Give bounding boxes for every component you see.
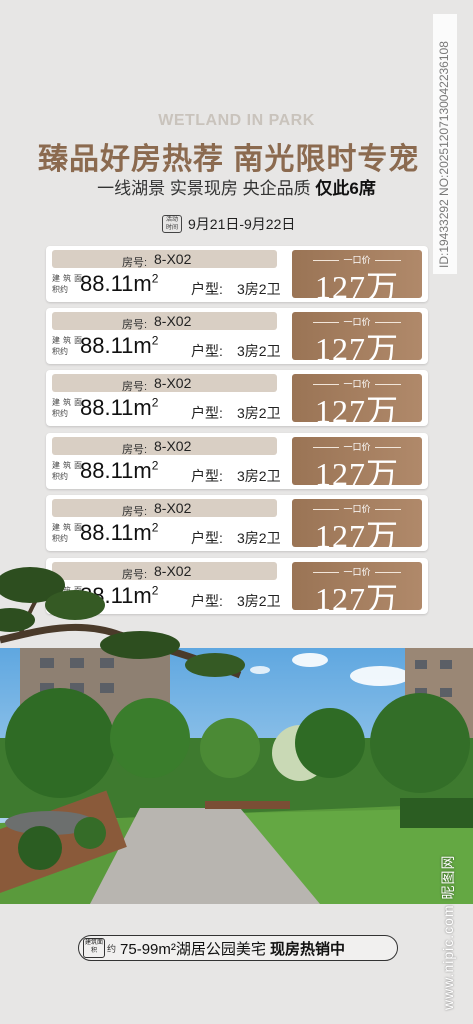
room-label: 房号: <box>122 257 148 269</box>
footer-badge: 建筑面积 <box>83 938 105 958</box>
price-value: 127万 <box>314 456 399 492</box>
area-unit-sup: 2 <box>151 271 159 286</box>
type-value: 3房2卫 <box>237 343 281 359</box>
watermark-brand: 昵图网 <box>440 854 456 900</box>
listing-card: 房号: 8-X02 建 筑 面积约88.11m2 户型: 3房2卫一口价127万 <box>46 308 428 367</box>
area-label: 建 筑 面积约 <box>52 274 82 294</box>
promo-date-row: 活动时间 9月21日-9月22日 <box>162 214 295 234</box>
poster: ID:19433292 NO:20251207130042236108 WETL… <box>0 0 473 1024</box>
price-box: 一口价 127万 <box>292 437 422 492</box>
area-value: 88.11m2 <box>80 271 158 297</box>
area-unit-sup: 2 <box>151 458 159 473</box>
footer-emphasis: 现房热销中 <box>270 940 346 958</box>
listing-card: 房号: 8-X02 建 筑 面积约88.11m2 户型: 3房2卫一口价127万 <box>46 370 428 429</box>
type-label: 户型: <box>191 468 223 484</box>
pine-tree-branch <box>0 567 245 679</box>
room-number: 8-X02 <box>154 500 192 516</box>
type-label: 户型: <box>191 405 223 421</box>
type-label: 户型: <box>191 281 223 297</box>
room-label: 房号: <box>122 381 148 393</box>
room-label: 房号: <box>122 319 148 331</box>
area-number: 88.11m <box>80 333 152 358</box>
price-box: 一口价 127万 <box>292 312 422 367</box>
listing-card: 房号: 8-X02 建 筑 面积约88.11m2 户型: 3房2卫一口价127万 <box>46 433 428 492</box>
watermark-site: www.nipic.com 昵图网 <box>438 855 458 1010</box>
english-subtitle: WETLAND IN PARK <box>158 112 315 129</box>
area-unit-sup: 2 <box>151 333 159 348</box>
tagline-text: 一线湖景 实景现房 央企品质 <box>97 179 311 198</box>
watermark-site-url: www.nipic.com <box>440 904 456 1010</box>
room-number: 8-X02 <box>154 251 192 267</box>
area-number: 88.11m <box>80 458 152 483</box>
price-value: 127万 <box>314 518 399 554</box>
area-value: 88.11m2 <box>80 458 158 484</box>
area-label: 建 筑 面积约 <box>52 523 82 543</box>
price-box: 一口价 127万 <box>292 374 422 429</box>
watermark-id-strip: ID:19433292 NO:20251207130042236108 <box>433 14 457 274</box>
type-value: 3房2卫 <box>237 530 281 546</box>
type-value: 3房2卫 <box>237 468 281 484</box>
area-unit-sup: 2 <box>151 395 159 410</box>
room-label: 房号: <box>122 506 148 518</box>
watermark-id: ID:19433292 NO:20251207130042236108 <box>437 41 451 268</box>
room-number: 8-X02 <box>154 375 192 391</box>
price-value: 127万 <box>314 331 399 367</box>
area-number: 88.11m <box>80 395 152 420</box>
room-label: 房号: <box>122 444 148 456</box>
room-number: 8-X02 <box>154 438 192 454</box>
footer-text: 75-99m²湖居公园美宅 现房热销中 <box>120 938 345 959</box>
type-value: 3房2卫 <box>237 281 281 297</box>
listing-card: 房号: 8-X02 建 筑 面积约88.11m2 户型: 3房2卫一口价127万 <box>46 495 428 554</box>
area-label: 建 筑 面积约 <box>52 398 82 418</box>
listing-card: 房号: 8-X02 建 筑 面积约88.11m2 户型: 3房2卫一口价127万 <box>46 246 428 305</box>
price-box: 一口价 127万 <box>292 562 422 617</box>
price-box: 一口价 127万 <box>292 250 422 305</box>
footer-range: 75-99m²湖居公园美宅 <box>120 940 266 958</box>
area-number: 88.11m <box>80 520 152 545</box>
footer-banner: 建筑面积 约 75-99m²湖居公园美宅 现房热销中 <box>78 935 398 961</box>
tagline: 一线湖景 实景现房 央企品质 仅此6席 <box>0 174 473 199</box>
price-box: 一口价 127万 <box>292 499 422 554</box>
area-label: 建 筑 面积约 <box>52 336 82 356</box>
price-value: 127万 <box>314 581 399 617</box>
tagline-emphasis: 仅此6席 <box>315 179 376 198</box>
area-unit-sup: 2 <box>151 520 159 535</box>
page-title: 臻品好房热荐 南光限时专宠 <box>38 143 420 176</box>
area-label: 建 筑 面积约 <box>52 461 82 481</box>
area-number: 88.11m <box>80 271 152 296</box>
type-value: 3房2卫 <box>237 405 281 421</box>
price-value: 127万 <box>314 393 399 429</box>
promo-dates: 9月21日-9月22日 <box>188 216 296 232</box>
type-label: 户型: <box>191 343 223 359</box>
area-value: 88.11m2 <box>80 333 158 359</box>
promo-badge: 活动时间 <box>162 215 182 233</box>
type-label: 户型: <box>191 530 223 546</box>
room-number: 8-X02 <box>154 313 192 329</box>
price-value: 127万 <box>314 269 399 305</box>
footer-prefix: 约 <box>107 943 117 954</box>
area-value: 88.11m2 <box>80 395 158 421</box>
area-value: 88.11m2 <box>80 520 158 546</box>
